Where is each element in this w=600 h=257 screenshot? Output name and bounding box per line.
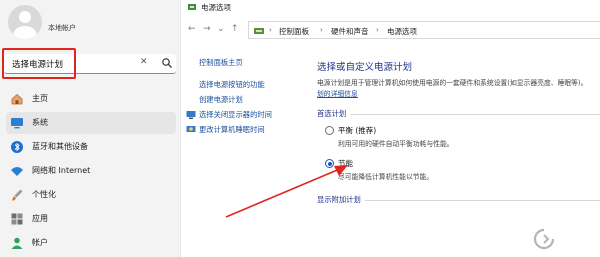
control-panel-window: 电源选项 ← → ⌄ ↑ › 控制面板 › 硬件和声音 › 电源选项 控制面板主… (180, 0, 600, 257)
plan-power-saver-name[interactable]: 节能 (338, 158, 353, 169)
plan-power-saver-desc: 尽可能降低计算机性能以节能。 (338, 173, 434, 181)
search-highlight-annotation (2, 48, 76, 79)
breadcrumb-control-panel[interactable]: 控制面板 (279, 26, 309, 37)
sidebar-item-label: 主页 (32, 94, 48, 103)
page-description: 电源计划是用于管理计算机如何使用电源的一套硬件和系统设置(如显示器亮度、睡眠等)… (317, 79, 588, 87)
up-button[interactable]: ↑ (231, 24, 239, 34)
clear-icon[interactable]: ✕ (140, 57, 148, 67)
sidebar-item-label: 个性化 (32, 190, 56, 199)
preferred-plans-heading: 首选计划 (317, 109, 347, 118)
section-divider (351, 114, 600, 115)
plan-balanced-radio[interactable] (325, 126, 334, 135)
address-bar[interactable]: › 控制面板 › 硬件和声音 › 电源选项 (248, 21, 600, 39)
sidebar-item-home[interactable]: 主页 (6, 88, 176, 110)
plan-details-link[interactable]: 划的详细信息 (317, 90, 358, 98)
window-titlebar[interactable]: 电源选项 (181, 0, 600, 14)
sidebar-item-bluetooth[interactable]: 蓝牙和其他设备 (6, 136, 176, 158)
account-icon (11, 237, 23, 249)
breadcrumb-separator: › (269, 26, 272, 34)
system-icon (11, 118, 23, 129)
additional-plans-toggle[interactable]: 显示附加计划 (317, 195, 361, 205)
navigation-bar: ← → ⌄ ↑ › 控制面板 › 硬件和声音 › 电源选项 (181, 20, 600, 40)
link-display-off-time[interactable]: 选择关闭显示器的时间 (199, 110, 272, 120)
breadcrumb-power-options[interactable]: 电源选项 (387, 26, 417, 37)
history-dropdown-button[interactable]: ⌄ (217, 24, 225, 34)
sidebar-item-personalization[interactable]: 个性化 (6, 184, 176, 206)
plan-power-saver-radio[interactable] (325, 159, 334, 168)
sidebar-item-label: 蓝牙和其他设备 (32, 142, 88, 151)
moon-icon (186, 126, 196, 132)
settings-sidebar: 本地帐户 选择电源计划 ✕ 主页 系统 蓝牙和其他设备 网络和 Internet… (0, 0, 180, 257)
avatar[interactable] (8, 5, 42, 39)
task-pane: 控制面板主页 选择电源按钮的功能 创建电源计划 选择关闭显示器的时间 更改计算机… (181, 50, 307, 257)
bluetooth-icon (11, 141, 23, 153)
link-sleep-time[interactable]: 更改计算机睡眠时间 (199, 125, 265, 135)
window-title: 电源选项 (201, 3, 231, 12)
page-title: 选择或自定义电源计划 (317, 62, 413, 73)
sidebar-item-label: 系统 (32, 118, 48, 127)
breadcrumb-separator: › (376, 26, 379, 34)
sidebar-item-label: 网络和 Internet (32, 166, 91, 175)
control-panel-icon (254, 28, 264, 34)
power-options-icon (188, 4, 196, 10)
page-description-link-line: 划的详细信息 (317, 88, 358, 98)
wifi-icon (11, 167, 23, 176)
display-icon (186, 111, 196, 119)
sidebar-item-account[interactable]: 帐户 (6, 232, 176, 254)
link-control-panel-home[interactable]: 控制面板主页 (199, 58, 243, 68)
search-icon[interactable] (161, 57, 173, 69)
back-button[interactable]: ← (188, 24, 196, 34)
account-name: 本地帐户 (48, 24, 76, 32)
link-power-button-function[interactable]: 选择电源按钮的功能 (199, 80, 265, 90)
home-icon (11, 93, 23, 105)
sidebar-item-system[interactable]: 系统 (6, 112, 176, 134)
avatar-body (13, 26, 37, 39)
section-divider (365, 200, 600, 201)
watermark-logo-icon (533, 228, 555, 250)
forward-button[interactable]: → (203, 24, 211, 34)
brush-icon (12, 189, 23, 201)
breadcrumb-hardware-sound[interactable]: 硬件和声音 (331, 26, 369, 37)
breadcrumb-separator: › (320, 26, 323, 34)
plan-balanced-desc: 利用可用的硬件自动平衡功耗与性能。 (338, 140, 454, 148)
sidebar-item-label: 应用 (32, 214, 48, 223)
site-watermark (533, 222, 597, 254)
apps-icon (11, 213, 23, 225)
sidebar-item-apps[interactable]: 应用 (6, 208, 176, 230)
sidebar-item-label: 帐户 (32, 238, 48, 247)
plan-balanced-name[interactable]: 平衡 (推荐) (338, 125, 376, 136)
link-create-power-plan[interactable]: 创建电源计划 (199, 95, 243, 105)
sidebar-item-network[interactable]: 网络和 Internet (6, 160, 176, 182)
avatar-head (19, 11, 31, 23)
